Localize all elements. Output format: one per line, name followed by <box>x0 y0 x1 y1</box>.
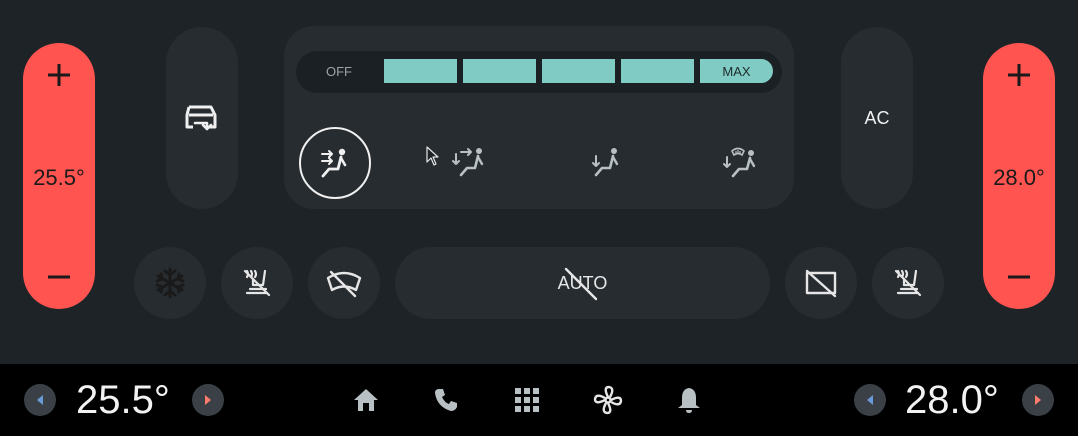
arrow-left-icon <box>867 395 873 405</box>
auto-label-wrap: AUTO <box>558 267 607 300</box>
auto-off-strike-icon <box>564 267 597 300</box>
left-temp-up-button[interactable] <box>192 384 224 416</box>
apps-grid-icon <box>515 388 539 412</box>
hvac-panel: 25.5° OFF MAX AC 28.0° AUTO <box>0 0 1078 364</box>
arrow-right-icon <box>205 395 211 405</box>
front-defrost-off-icon <box>326 270 362 298</box>
notifications-button[interactable] <box>673 384 705 416</box>
fan-off-label: OFF <box>326 64 352 79</box>
navbar-left-temp[interactable]: 25.5° <box>76 378 170 423</box>
recirculation-button[interactable] <box>166 27 238 209</box>
airflow-floor-icon <box>592 148 619 177</box>
airflow-face-floor-icon <box>452 148 484 177</box>
hvac-button[interactable] <box>592 384 624 416</box>
ac-button[interactable]: AC <box>841 27 913 209</box>
arrow-right-icon <box>1035 395 1041 405</box>
plus-icon <box>48 64 70 86</box>
heated-seat-right-off-icon <box>894 269 922 297</box>
airflow-floor-defrost-icon <box>723 147 756 178</box>
left-temp-increase-button[interactable] <box>23 43 95 107</box>
left-temp-decrease-button[interactable] <box>23 245 95 309</box>
home-button[interactable] <box>350 384 382 416</box>
mouse-cursor-icon <box>426 146 439 166</box>
right-temp-down-button[interactable] <box>854 384 886 416</box>
rear-defrost-button[interactable] <box>785 247 857 319</box>
front-defrost-button[interactable] <box>308 247 380 319</box>
navbar-right-temp[interactable]: 28.0° <box>905 378 999 423</box>
left-temp-value: 25.5° <box>33 165 85 190</box>
right-temp-up-button[interactable] <box>1022 384 1054 416</box>
right-temperature-control: 28.0° <box>983 43 1055 309</box>
left-temperature-control: 25.5° <box>23 43 95 309</box>
airflow-mode-floor-button[interactable] <box>569 127 641 199</box>
snowflake-icon <box>155 267 185 299</box>
fan-max-label: MAX <box>722 63 751 79</box>
recirculation-icon <box>185 105 217 131</box>
plus-icon <box>1008 64 1030 86</box>
rear-defrost-off-icon <box>805 269 837 298</box>
max-ac-button[interactable] <box>134 247 206 319</box>
fan-speed-slider[interactable]: OFF MAX <box>296 51 782 93</box>
bell-icon <box>678 388 700 413</box>
airflow-mode-floor-defrost-button[interactable] <box>704 127 776 199</box>
fan-speed-segment[interactable] <box>463 59 536 83</box>
phone-icon <box>435 389 457 411</box>
airflow-mode-face-floor-button[interactable] <box>434 127 506 199</box>
minus-icon <box>1008 275 1030 279</box>
auto-button[interactable]: AUTO <box>395 247 770 319</box>
fan-speed-segment[interactable] <box>542 59 615 83</box>
fan-speed-segment[interactable] <box>384 59 457 83</box>
left-heated-seat-button[interactable] <box>221 247 293 319</box>
home-icon <box>354 389 378 411</box>
fan-speed-segment[interactable] <box>621 59 694 83</box>
fan-icon <box>593 385 623 415</box>
heated-seat-left-off-icon <box>243 269 271 297</box>
right-temp-increase-button[interactable] <box>983 43 1055 107</box>
fan-airflow-panel: OFF MAX <box>284 26 794 209</box>
airflow-mode-face-button[interactable] <box>299 127 371 199</box>
left-temp-down-button[interactable] <box>24 384 56 416</box>
right-temp-decrease-button[interactable] <box>983 245 1055 309</box>
right-heated-seat-button[interactable] <box>872 247 944 319</box>
ac-label: AC <box>864 107 890 128</box>
phone-button[interactable] <box>430 384 462 416</box>
system-navigation-bar: 25.5° 28.0° <box>0 364 1078 436</box>
airflow-face-icon <box>321 148 347 178</box>
right-temp-value: 28.0° <box>993 165 1045 190</box>
arrow-left-icon <box>37 395 43 405</box>
apps-button[interactable] <box>511 384 543 416</box>
fan-speed-segment-max[interactable]: MAX <box>700 59 773 83</box>
minus-icon <box>48 275 70 279</box>
